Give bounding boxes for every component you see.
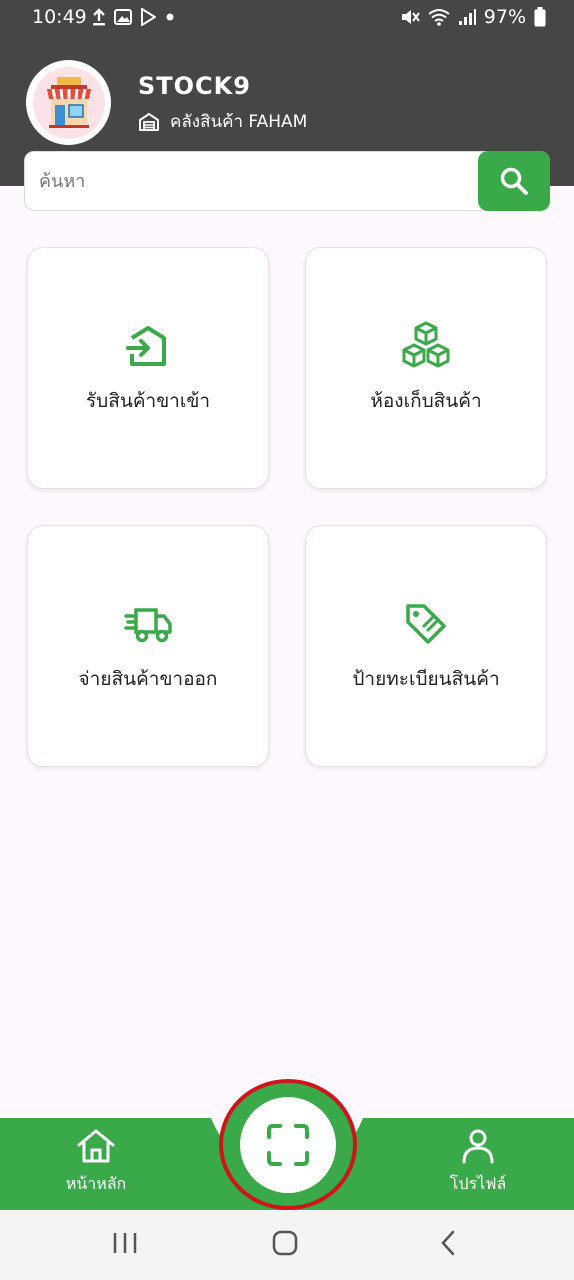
price-tag-icon [406,604,446,644]
receive-in-card[interactable]: รับสินค้าขาเข้า [27,247,269,489]
home-circle-icon [272,1230,298,1256]
shop-icon [46,76,91,128]
delivery-truck-icon [124,608,172,643]
highlight-ring [219,1079,357,1210]
app-title: STOCK9 [138,72,251,100]
dot-icon [166,13,174,21]
gallery-icon [114,9,132,25]
warehouse-name: คลังสินค้า FAHAM [170,112,308,132]
menu-label: รับสินค้าขาเข้า [85,390,211,412]
battery-percent: 97% [483,6,526,28]
nav-home[interactable]: หน้าหลัก [36,1128,156,1197]
menu-label: ห้องเก็บสินค้า [370,390,482,412]
search-input[interactable] [39,162,469,200]
search-icon [500,167,528,195]
nav-profile[interactable]: โปรไฟล์ [418,1128,538,1197]
play-store-icon [141,8,156,26]
storage-room-card[interactable]: ห้องเก็บสินค้า [305,247,547,489]
back-icon [441,1230,455,1256]
system-back-button[interactable] [434,1228,464,1262]
system-nav-bar [0,1210,574,1280]
nav-profile-label: โปรไฟล์ [449,1174,507,1193]
user-icon [462,1129,494,1164]
system-home-button[interactable] [270,1228,300,1262]
warehouse-icon [139,112,159,131]
menu-label: จ่ายสินค้าขาออก [78,668,218,690]
product-label-card[interactable]: ป้ายทะเบียนสินค้า [305,525,547,767]
status-bar: 10:49 97% [0,0,574,36]
wifi-icon [428,9,450,26]
system-icons: 97% [400,6,546,28]
notification-icons [92,8,176,26]
search-bar [24,151,550,211]
signal-icon [458,9,476,25]
warehouse-info[interactable]: คลังสินค้า FAHAM [138,108,307,135]
home-icon [77,1129,115,1163]
mute-icon [401,10,420,24]
battery-icon [534,7,546,27]
menu-label: ป้ายทะเบียนสินค้า [352,668,500,690]
search-button[interactable] [478,151,550,211]
status-time: 10:49 [32,6,87,28]
upload-icon [93,8,105,26]
boxes-icon [402,321,450,368]
store-avatar[interactable] [26,60,111,145]
receive-in-icon [126,326,166,366]
dispatch-out-card[interactable]: จ่ายสินค้าขาออก [27,525,269,767]
recents-icon [113,1233,137,1253]
recent-apps-button[interactable] [110,1228,140,1262]
nav-home-label: หน้าหลัก [65,1174,127,1193]
